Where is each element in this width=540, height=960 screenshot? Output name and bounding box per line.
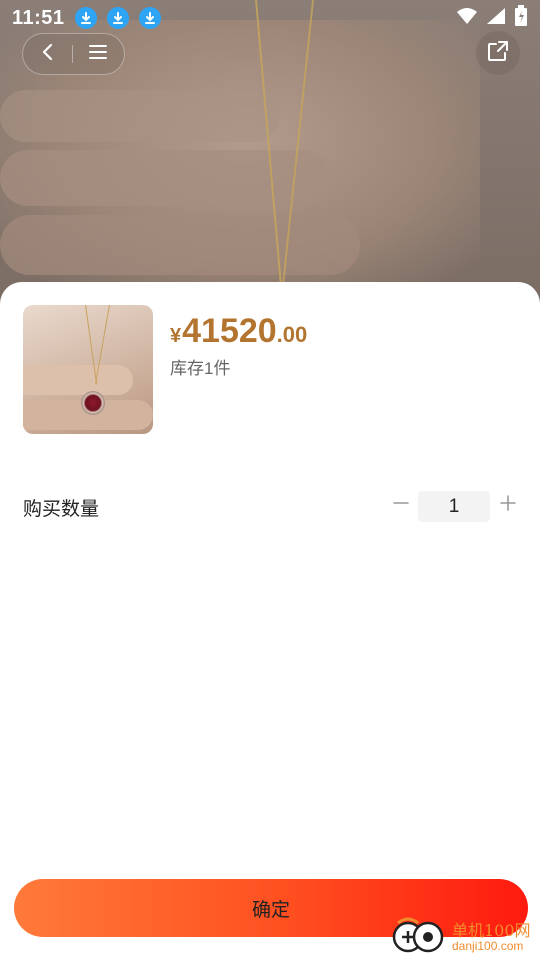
product-price: ¥ 41520 .00	[170, 312, 307, 351]
status-bar: 11:51	[0, 0, 540, 36]
download-icon	[106, 7, 129, 29]
price-integer: 41520	[182, 312, 277, 350]
download-icon	[138, 7, 161, 29]
chevron-left-icon[interactable]	[39, 42, 57, 67]
nav-divider	[71, 45, 73, 63]
quantity-increase-button[interactable]	[495, 491, 521, 519]
sku-bottom-sheet: ¥ 41520 .00 库存1件 购买数量 1 确定	[0, 282, 540, 960]
stock-text: 库存1件	[170, 359, 231, 378]
battery-icon	[514, 4, 528, 32]
download-icon	[74, 7, 97, 29]
share-icon	[486, 39, 510, 68]
nav-capsule	[22, 33, 125, 75]
product-thumbnail	[23, 305, 153, 434]
watermark-line1: 单机100网	[452, 920, 531, 940]
menu-icon[interactable]	[88, 43, 108, 66]
quantity-label: 购买数量	[23, 499, 100, 520]
quantity-input[interactable]: 1	[418, 491, 490, 522]
signal-icon	[486, 7, 506, 30]
minus-icon	[393, 495, 409, 516]
quantity-decrease-button[interactable]	[388, 491, 414, 519]
watermark: 单机100网 danji100.com	[390, 915, 540, 960]
watermark-logo-icon	[390, 915, 446, 960]
wifi-icon	[456, 7, 478, 30]
price-currency: ¥	[170, 325, 182, 347]
status-time: 11:51	[12, 6, 65, 29]
price-decimal: .00	[276, 322, 308, 347]
watermark-line2: danji100.com	[452, 938, 524, 953]
share-button[interactable]	[476, 31, 520, 75]
plus-icon	[500, 494, 516, 516]
